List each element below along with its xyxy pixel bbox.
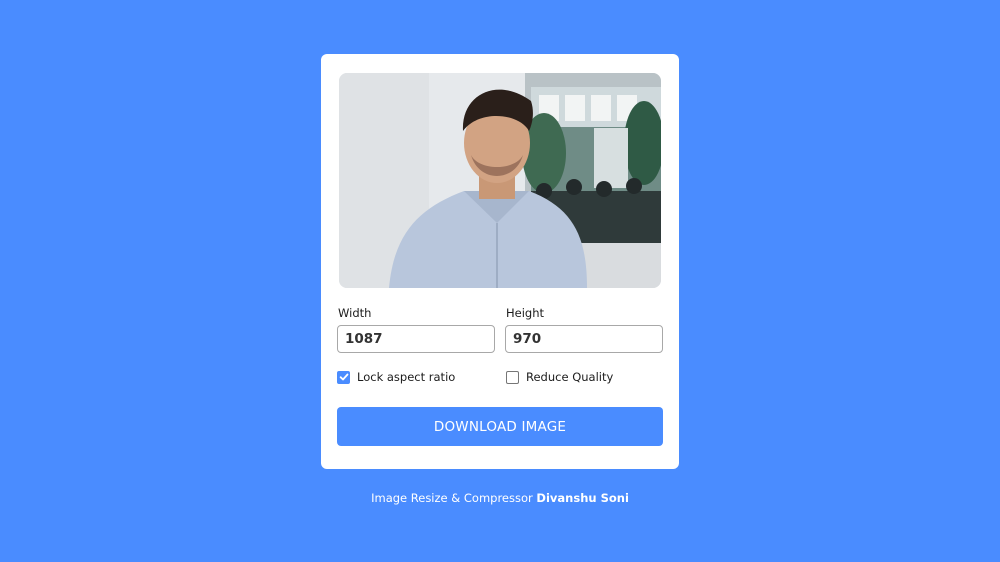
height-label: Height	[506, 306, 545, 320]
reduce-quality-option[interactable]: Reduce Quality	[506, 370, 613, 384]
height-input[interactable]	[505, 325, 663, 353]
download-image-button[interactable]: DOWNLOAD IMAGE	[337, 407, 663, 446]
resizer-card: Width Height Lock aspect ratio Reduce Qu…	[321, 54, 679, 469]
reduce-quality-label: Reduce Quality	[526, 370, 614, 384]
checkmark-icon	[339, 373, 348, 381]
footer-credit: Image Resize & Compressor Divanshu Soni	[0, 491, 1000, 505]
footer-text: Image Resize & Compressor	[371, 491, 533, 505]
footer-author: Divanshu Soni	[536, 491, 629, 505]
width-input[interactable]	[337, 325, 495, 353]
lock-aspect-checkbox[interactable]	[337, 370, 350, 384]
lock-aspect-option[interactable]: Lock aspect ratio	[337, 370, 455, 384]
photo-preview-graphic	[339, 73, 661, 288]
lock-aspect-label: Lock aspect ratio	[357, 370, 456, 384]
image-preview[interactable]	[339, 73, 661, 288]
width-label: Width	[338, 306, 372, 320]
reduce-quality-checkbox[interactable]	[506, 370, 519, 384]
